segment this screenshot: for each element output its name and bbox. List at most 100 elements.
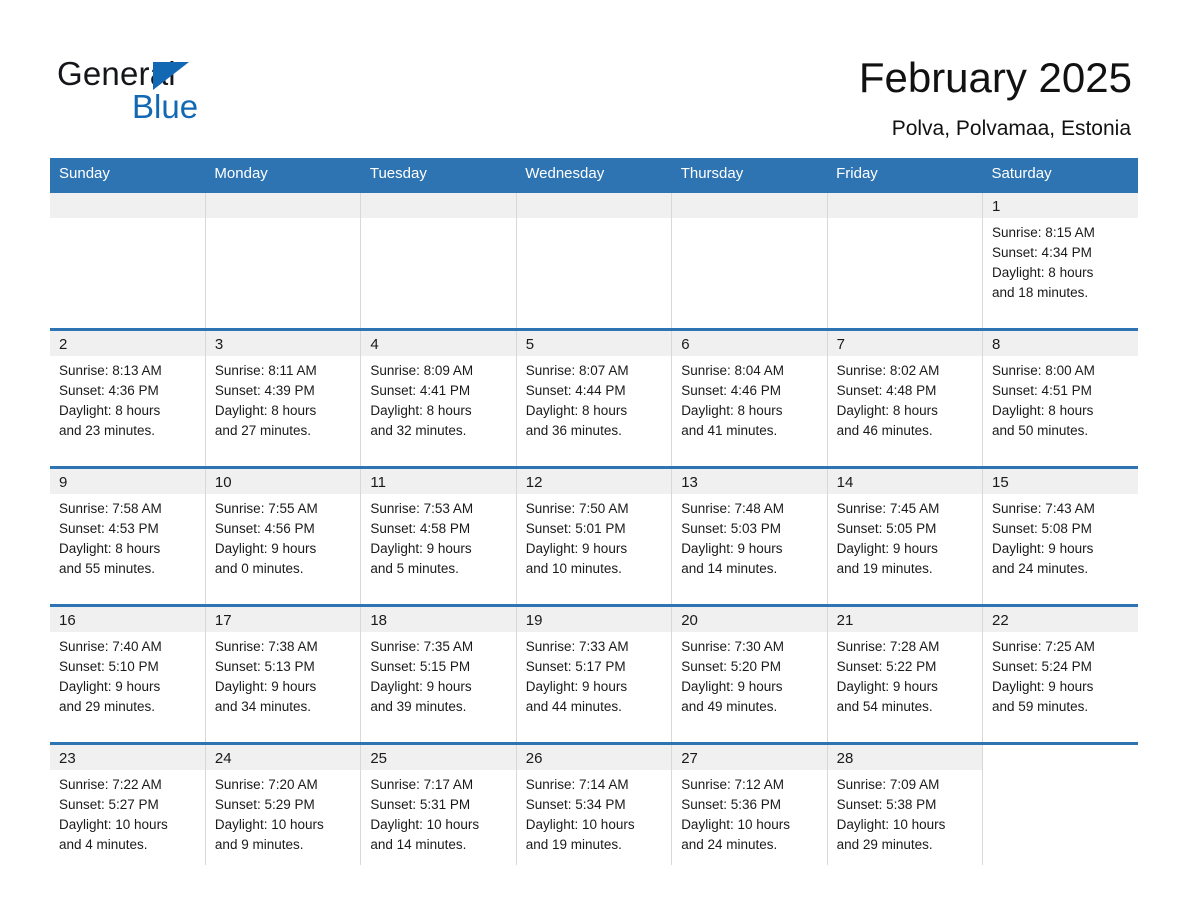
calendar-grid: Sunday Monday Tuesday Wednesday Thursday…	[50, 158, 1138, 865]
day-details: Sunrise: 7:58 AM Sunset: 4:53 PM Daylight:…	[50, 494, 205, 579]
day-details: Sunrise: 7:50 AM Sunset: 5:01 PM Daylight:…	[517, 494, 671, 579]
calendar-cell-empty	[516, 190, 673, 330]
general-blue-logo[interactable]: General Blue	[57, 55, 387, 135]
daylight-text-line2: and 44 minutes.	[525, 699, 622, 714]
day-number	[205, 193, 361, 218]
day-number: 11	[361, 469, 516, 494]
calendar-cell-day[interactable]: 21 Sunrise: 7:28 AM Sunset: 5:22 PM Dayligh…	[827, 604, 984, 744]
daylight-text-line2: and 29 minutes.	[836, 837, 933, 852]
calendar-cell-inner: 22 Sunrise: 7:25 AM Sunset: 5:24 PM Dayligh…	[983, 607, 1138, 742]
daylight-text-line1: Daylight: 8 hours	[59, 403, 161, 418]
calendar-cell-day[interactable]: 4 Sunrise: 8:09 AM Sunset: 4:41 PM Daylight…	[360, 328, 517, 468]
calendar-cell-day[interactable]: 3 Sunrise: 8:11 AM Sunset: 4:39 PM Daylight…	[205, 328, 362, 468]
day-number	[672, 193, 827, 218]
sunrise-text: Sunrise: 7:30 AM	[681, 639, 784, 654]
day-details: Sunrise: 7:20 AM Sunset: 5:29 PM Daylight:…	[206, 770, 360, 855]
calendar-cell-day[interactable]: 28 Sunrise: 7:09 AM Sunset: 5:38 PM Dayligh…	[827, 742, 984, 865]
calendar-cell-day[interactable]: 12 Sunrise: 7:50 AM Sunset: 5:01 PM Dayligh…	[516, 466, 673, 606]
calendar-cell-inner: 27 Sunrise: 7:12 AM Sunset: 5:36 PM Dayligh…	[672, 745, 827, 865]
day-number: 22	[983, 607, 1138, 632]
calendar-week-row: 23 Sunrise: 7:22 AM Sunset: 5:27 PM Dayligh…	[50, 742, 1138, 865]
calendar-cell-day[interactable]: 19 Sunrise: 7:33 AM Sunset: 5:17 PM Dayligh…	[516, 604, 673, 744]
daylight-text-line2: and 49 minutes.	[681, 699, 778, 714]
sunset-text: Sunset: 5:24 PM	[992, 659, 1092, 674]
daylight-text-line1: Daylight: 9 hours	[836, 541, 938, 556]
calendar-cell-day[interactable]: 1 Sunrise: 8:15 AM Sunset: 4:34 PM Daylight…	[982, 190, 1138, 330]
calendar-cell-inner: 12 Sunrise: 7:50 AM Sunset: 5:01 PM Dayligh…	[516, 469, 672, 604]
day-number: 21	[827, 607, 983, 632]
day-number: 3	[205, 331, 361, 356]
day-details: Sunrise: 7:09 AM Sunset: 5:38 PM Daylight:…	[828, 770, 982, 855]
day-number: 27	[672, 745, 827, 770]
sunrise-text: Sunrise: 7:12 AM	[681, 777, 784, 792]
sunset-text: Sunset: 5:29 PM	[214, 797, 315, 812]
day-number: 5	[516, 331, 672, 356]
daylight-text-line2: and 32 minutes.	[370, 423, 467, 438]
sunrise-text: Sunrise: 7:33 AM	[525, 639, 629, 654]
calendar-cell-inner	[516, 193, 672, 328]
daylight-text-line1: Daylight: 10 hours	[525, 817, 635, 832]
calendar-cell-day[interactable]: 9 Sunrise: 7:58 AM Sunset: 4:53 PM Daylight…	[50, 466, 206, 606]
daylight-text-line1: Daylight: 9 hours	[370, 541, 472, 556]
sunset-text: Sunset: 5:15 PM	[370, 659, 471, 674]
day-details: Sunrise: 8:09 AM Sunset: 4:41 PM Daylight:…	[361, 356, 515, 441]
page-header: General Blue February 2025 Polva, Polvam…	[0, 0, 1188, 158]
daylight-text-line1: Daylight: 9 hours	[681, 541, 783, 556]
daylight-text-line1: Daylight: 10 hours	[370, 817, 480, 832]
day-number: 17	[205, 607, 361, 632]
calendar-cell-inner: 6 Sunrise: 8:04 AM Sunset: 4:46 PM Daylight…	[672, 331, 827, 466]
calendar-cell-day[interactable]: 20 Sunrise: 7:30 AM Sunset: 5:20 PM Dayligh…	[671, 604, 828, 744]
weekday-header-saturday: Saturday	[982, 158, 1138, 192]
day-number: 2	[50, 331, 205, 356]
calendar-cell-day[interactable]: 23 Sunrise: 7:22 AM Sunset: 5:27 PM Dayligh…	[50, 742, 206, 865]
daylight-text-line1: Daylight: 9 hours	[370, 679, 472, 694]
day-details: Sunrise: 7:38 AM Sunset: 5:13 PM Daylight:…	[206, 632, 360, 717]
calendar-cell-day[interactable]: 5 Sunrise: 8:07 AM Sunset: 4:44 PM Daylight…	[516, 328, 673, 468]
calendar-cell-day[interactable]: 15 Sunrise: 7:43 AM Sunset: 5:08 PM Dayligh…	[982, 466, 1138, 606]
calendar-cell-empty	[671, 190, 828, 330]
calendar-cell-day[interactable]: 6 Sunrise: 8:04 AM Sunset: 4:46 PM Daylight…	[671, 328, 828, 468]
calendar-cell-day[interactable]: 25 Sunrise: 7:17 AM Sunset: 5:31 PM Dayligh…	[360, 742, 517, 865]
calendar-cell-day[interactable]: 13 Sunrise: 7:48 AM Sunset: 5:03 PM Dayligh…	[671, 466, 828, 606]
calendar-cell-day[interactable]: 16 Sunrise: 7:40 AM Sunset: 5:10 PM Dayligh…	[50, 604, 206, 744]
calendar-cell-day[interactable]: 17 Sunrise: 7:38 AM Sunset: 5:13 PM Dayligh…	[205, 604, 362, 744]
sunrise-text: Sunrise: 7:35 AM	[370, 639, 474, 654]
calendar-cell-inner: 18 Sunrise: 7:35 AM Sunset: 5:15 PM Dayligh…	[361, 607, 516, 742]
calendar-cell-day[interactable]: 22 Sunrise: 7:25 AM Sunset: 5:24 PM Dayligh…	[982, 604, 1138, 744]
calendar-cell-inner: 2 Sunrise: 8:13 AM Sunset: 4:36 PM Daylight…	[50, 331, 205, 466]
calendar-cell-day[interactable]: 10 Sunrise: 7:55 AM Sunset: 4:56 PM Dayligh…	[205, 466, 362, 606]
sunset-text: Sunset: 4:41 PM	[370, 383, 471, 398]
day-number	[827, 193, 983, 218]
calendar-cell-day[interactable]: 7 Sunrise: 8:02 AM Sunset: 4:48 PM Daylight…	[827, 328, 984, 468]
calendar-cell-day[interactable]: 24 Sunrise: 7:20 AM Sunset: 5:29 PM Dayligh…	[205, 742, 362, 865]
day-number: 23	[50, 745, 205, 770]
daylight-text-line1: Daylight: 9 hours	[59, 679, 161, 694]
daylight-text-line2: and 41 minutes.	[681, 423, 778, 438]
daylight-text-line2: and 10 minutes.	[525, 561, 622, 576]
calendar-cell-day[interactable]: 18 Sunrise: 7:35 AM Sunset: 5:15 PM Dayligh…	[360, 604, 517, 744]
daylight-text-line2: and 19 minutes.	[525, 837, 622, 852]
sunset-text: Sunset: 4:48 PM	[836, 383, 937, 398]
daylight-text-line2: and 0 minutes.	[214, 561, 304, 576]
calendar-cell-empty	[982, 742, 1138, 865]
triangle-icon	[153, 62, 189, 90]
calendar-cell-day[interactable]: 27 Sunrise: 7:12 AM Sunset: 5:36 PM Dayligh…	[671, 742, 828, 865]
sunset-text: Sunset: 4:46 PM	[681, 383, 781, 398]
calendar-cell-day[interactable]: 26 Sunrise: 7:14 AM Sunset: 5:34 PM Dayligh…	[516, 742, 673, 865]
sunrise-text: Sunrise: 7:28 AM	[836, 639, 940, 654]
sunset-text: Sunset: 5:13 PM	[214, 659, 315, 674]
calendar-cell-day[interactable]: 11 Sunrise: 7:53 AM Sunset: 4:58 PM Dayligh…	[360, 466, 517, 606]
calendar-cell-day[interactable]: 2 Sunrise: 8:13 AM Sunset: 4:36 PM Daylight…	[50, 328, 206, 468]
daylight-text-line2: and 9 minutes.	[214, 837, 304, 852]
calendar-cell-day[interactable]: 14 Sunrise: 7:45 AM Sunset: 5:05 PM Dayligh…	[827, 466, 984, 606]
daylight-text-line1: Daylight: 9 hours	[836, 679, 938, 694]
day-details: Sunrise: 8:02 AM Sunset: 4:48 PM Daylight:…	[828, 356, 982, 441]
day-number: 8	[983, 331, 1138, 356]
daylight-text-line1: Daylight: 8 hours	[836, 403, 938, 418]
day-details: Sunrise: 7:12 AM Sunset: 5:36 PM Daylight:…	[672, 770, 826, 855]
daylight-text-line1: Daylight: 9 hours	[992, 679, 1094, 694]
calendar-cell-day[interactable]: 8 Sunrise: 8:00 AM Sunset: 4:51 PM Daylight…	[982, 328, 1138, 468]
daylight-text-line1: Daylight: 8 hours	[370, 403, 472, 418]
sunrise-text: Sunrise: 7:17 AM	[370, 777, 474, 792]
page-subtitle: Polva, Polvamaa, Estonia	[891, 117, 1131, 140]
